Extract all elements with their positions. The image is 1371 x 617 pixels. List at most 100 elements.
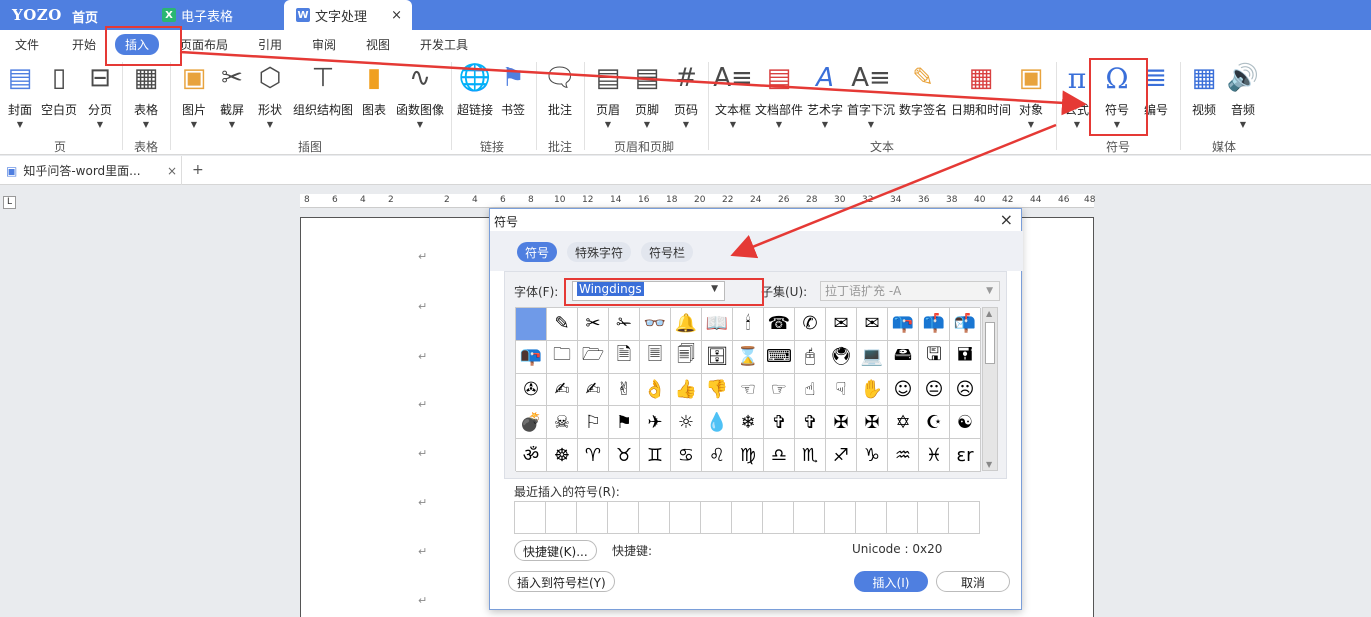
symbol-cell[interactable]: ♌ xyxy=(702,439,733,472)
recent-symbol-cell[interactable] xyxy=(887,502,918,534)
tab-stop-selector[interactable]: L xyxy=(3,196,16,209)
symbol-cell[interactable]: ♐ xyxy=(826,439,857,472)
recent-symbol-cell[interactable] xyxy=(732,502,763,534)
symbol-cell[interactable]: 🗁 xyxy=(578,340,609,374)
symbol-cell[interactable]: ✁ xyxy=(609,308,640,341)
symbol-cell[interactable]: ❄ xyxy=(733,406,764,440)
org-chart-button[interactable]: ⊤ 组织结构图 xyxy=(292,61,354,118)
table-button[interactable]: ▦ 表格 ▼ xyxy=(130,61,162,129)
symbol-cell[interactable]: 🕯 xyxy=(733,308,764,341)
symbol-cell[interactable]: ☹ xyxy=(950,373,981,407)
symbol-cell[interactable]: ♒ xyxy=(888,439,919,472)
header-button[interactable]: ▤ 页眉 ▼ xyxy=(594,61,622,129)
symbol-cell[interactable]: ♈ xyxy=(578,439,609,472)
symbol-scrollbar[interactable]: ▲ ▼ xyxy=(982,307,998,471)
chart-button[interactable]: ▮ 图表 xyxy=(360,61,388,118)
symbol-cell[interactable]: ✠ xyxy=(857,406,888,440)
page-break-button[interactable]: ⊟ 分页 ▼ xyxy=(86,61,114,129)
symbol-cell[interactable]: ♋ xyxy=(671,439,702,472)
symbol-cell[interactable]: ♏ xyxy=(795,439,826,472)
symbol-cell[interactable]: 📬 xyxy=(950,308,981,341)
symbol-cell[interactable]: ♑ xyxy=(857,439,888,472)
menu-home[interactable]: 开始 xyxy=(72,36,96,53)
symbol-cell[interactable]: 💻 xyxy=(857,340,888,374)
symbol-cell[interactable]: ⌛ xyxy=(733,340,764,374)
scroll-up-icon[interactable]: ▲ xyxy=(986,309,992,318)
shortcut-button[interactable]: 快捷键(K)... xyxy=(514,540,597,561)
symbol-cell[interactable]: ✍ xyxy=(547,373,578,407)
symbol-cell[interactable]: 💣 xyxy=(516,406,547,440)
symbol-cell[interactable]: ✍ xyxy=(578,373,609,407)
close-icon[interactable]: × xyxy=(1000,210,1013,229)
symbol-cell[interactable]: ☎ xyxy=(764,308,795,341)
symbol-cell[interactable]: 📭 xyxy=(516,340,547,374)
symbol-cell[interactable]: 👌 xyxy=(640,373,671,407)
video-button[interactable]: ▦ 视频 xyxy=(1188,61,1220,118)
recent-symbol-cell[interactable] xyxy=(949,502,980,534)
menu-references[interactable]: 引用 xyxy=(258,36,282,53)
symbol-cell[interactable]: 🗀 xyxy=(547,340,578,374)
symbol-cell[interactable]: 📪 xyxy=(888,308,919,341)
recent-symbols-grid[interactable] xyxy=(514,501,980,534)
recent-symbol-cell[interactable] xyxy=(825,502,856,534)
symbol-cell[interactable]: ✆ xyxy=(795,308,826,341)
word-art-button[interactable]: A 艺术字 ▼ xyxy=(806,61,844,129)
hyperlink-button[interactable]: 🌐 超链接 xyxy=(456,61,494,118)
screenshot-button[interactable]: ✂ 截屏 ▼ xyxy=(218,61,246,129)
insert-to-symbol-bar-button[interactable]: 插入到符号栏(Y) xyxy=(508,571,615,592)
symbol-cell[interactable]: 🖰 xyxy=(795,340,826,374)
symbol-cell[interactable]: ☜ xyxy=(733,373,764,407)
recent-symbol-cell[interactable] xyxy=(670,502,701,534)
symbol-cell[interactable]: ☺ xyxy=(888,373,919,407)
symbol-cell[interactable]: ☟ xyxy=(826,373,857,407)
symbol-cell[interactable]: ✈ xyxy=(640,406,671,440)
symbol-cell[interactable]: 🗐 xyxy=(671,340,702,374)
tab-word-processor[interactable]: W 文字处理 × xyxy=(284,0,412,30)
symbol-cell[interactable] xyxy=(516,308,547,341)
page-number-button[interactable]: # 页码 ▼ xyxy=(672,61,700,129)
symbol-cell[interactable]: ♎ xyxy=(764,439,795,472)
document-tab[interactable]: ▣ 知乎问答-word里面... × xyxy=(0,156,182,185)
symbol-cell[interactable]: ✞ xyxy=(795,406,826,440)
symbol-cell[interactable]: ɛr xyxy=(950,439,981,472)
symbol-cell[interactable]: ✠ xyxy=(826,406,857,440)
symbol-cell[interactable]: 🖲 xyxy=(826,340,857,374)
symbol-cell[interactable]: 👍 xyxy=(671,373,702,407)
symbol-cell[interactable]: 🗎 xyxy=(609,340,640,374)
menu-page-layout[interactable]: 页面布局 xyxy=(180,36,228,53)
cover-button[interactable]: ▤ 封面 ▼ xyxy=(6,61,34,129)
symbol-cell[interactable]: ✇ xyxy=(516,373,547,407)
symbol-cell[interactable]: ✌ xyxy=(609,373,640,407)
subset-select[interactable]: 拉丁语扩充 -A ▼ xyxy=(820,281,1000,301)
recent-symbol-cell[interactable] xyxy=(856,502,887,534)
recent-symbol-cell[interactable] xyxy=(546,502,577,534)
menu-view[interactable]: 视图 xyxy=(366,36,390,53)
comment-button[interactable]: 🗨 批注 xyxy=(544,61,577,118)
recent-symbol-cell[interactable] xyxy=(918,502,949,534)
picture-button[interactable]: ▣ 图片 ▼ xyxy=(178,61,210,129)
symbol-cell[interactable]: ✞ xyxy=(764,406,795,440)
symbol-cell[interactable]: 👓 xyxy=(640,308,671,341)
symbol-cell[interactable]: ♍ xyxy=(733,439,764,472)
symbol-cell[interactable]: 🖫 xyxy=(919,340,950,374)
symbol-cell[interactable]: ✂ xyxy=(578,308,609,341)
bookmark-button[interactable]: ⚑ 书签 xyxy=(500,61,526,118)
symbol-cell[interactable]: 🗄 xyxy=(702,340,733,374)
symbol-cell[interactable]: ⌨ xyxy=(764,340,795,374)
cancel-button[interactable]: 取消 xyxy=(936,571,1010,592)
recent-symbol-cell[interactable] xyxy=(794,502,825,534)
symbol-cell[interactable]: ✉ xyxy=(857,308,888,341)
recent-symbol-cell[interactable] xyxy=(515,502,546,534)
symbol-cell[interactable]: ♊ xyxy=(640,439,671,472)
recent-symbol-cell[interactable] xyxy=(701,502,732,534)
symbol-cell[interactable]: ☸ xyxy=(547,439,578,472)
symbol-cell[interactable]: ⚐ xyxy=(578,406,609,440)
symbol-cell[interactable]: ✋ xyxy=(857,373,888,407)
function-graph-button[interactable]: ∿ 函数图像 ▼ xyxy=(395,61,445,129)
symbol-cell[interactable]: ♓ xyxy=(919,439,950,472)
menu-review[interactable]: 审阅 xyxy=(312,36,336,53)
symbol-cell[interactable]: ॐ xyxy=(516,439,547,472)
symbol-cell[interactable]: ☝ xyxy=(795,373,826,407)
home-tab[interactable]: 首页 xyxy=(72,7,98,26)
audio-button[interactable]: 🔊 音频 ▼ xyxy=(1227,61,1259,129)
